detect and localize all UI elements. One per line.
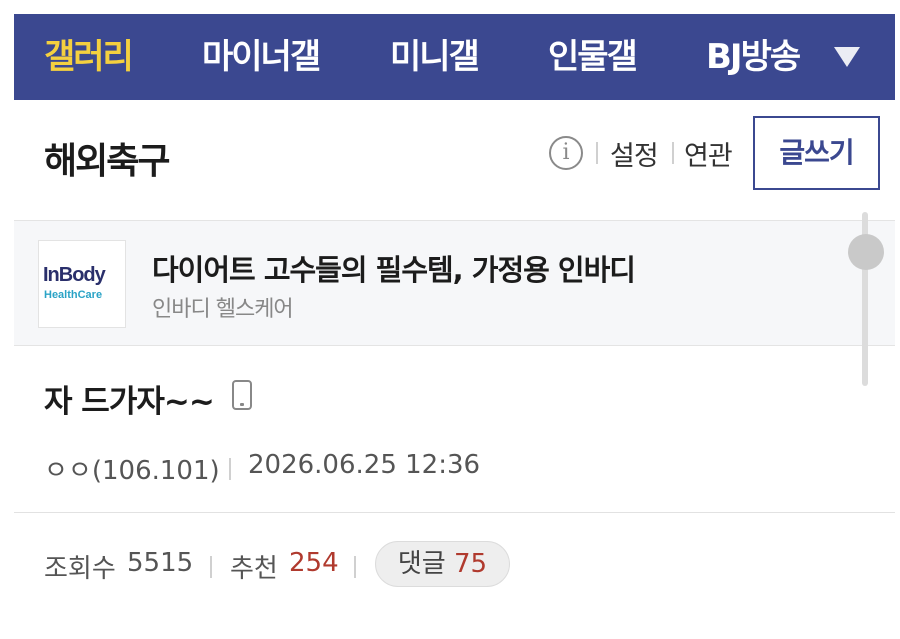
nav-item-bj-broadcast[interactable]: BJ방송 <box>706 14 801 100</box>
post-datetime: 2026.06.25 12:36 <box>248 450 481 480</box>
divider <box>354 556 356 578</box>
nav-item-minor-gallery[interactable]: 마이너갤 <box>202 14 321 100</box>
scrollbar-thumb[interactable] <box>848 234 884 270</box>
write-post-button[interactable]: 글쓰기 <box>753 116 880 190</box>
section-divider <box>14 512 895 513</box>
logo-subtext: HealthCare <box>44 289 103 301</box>
related-link[interactable]: 연관 <box>684 134 733 173</box>
comments-label: 댓글 <box>397 549 446 579</box>
divider <box>210 556 212 578</box>
nav-item-gallery[interactable]: 갤러리 <box>44 14 134 100</box>
comments-count: 75 <box>454 549 488 579</box>
views-count: 5515 <box>127 548 194 578</box>
recommend-label: 추천 <box>230 554 278 584</box>
post-title: 자 드가자~~ <box>44 384 215 420</box>
comments-button[interactable]: 댓글 75 <box>375 541 510 587</box>
views-label: 조회수 <box>44 554 116 584</box>
gallery-header: 해외축구 i 설정 연관 글쓰기 <box>14 100 895 212</box>
top-nav-bar: 갤러리 마이너갤 미니갤 인물갤 BJ방송 <box>14 14 895 100</box>
ad-advertiser: 인바디 헬스케어 <box>152 297 294 322</box>
divider <box>229 458 231 480</box>
nav-item-mini-gallery[interactable]: 미니갤 <box>390 14 480 100</box>
info-icon[interactable]: i <box>549 136 583 170</box>
divider <box>596 142 598 164</box>
mobile-phone-icon <box>232 380 252 410</box>
recommend-count: 254 <box>289 548 339 578</box>
post-author[interactable]: ㅇㅇ(106.101) <box>44 450 220 487</box>
ad-title[interactable]: 다이어트 고수들의 필수템, 가정용 인바디 <box>152 247 636 289</box>
settings-link[interactable]: 설정 <box>610 134 659 173</box>
gallery-title[interactable]: 해외축구 <box>44 132 170 184</box>
divider <box>672 142 674 164</box>
triangle-down-icon[interactable] <box>834 47 860 67</box>
advertiser-logo: InBody HealthCare <box>38 240 126 328</box>
logo-text: InBody <box>43 264 106 286</box>
ad-banner[interactable]: InBody HealthCare 다이어트 고수들의 필수템, 가정용 인바디… <box>14 220 895 346</box>
nav-item-person-gallery[interactable]: 인물갤 <box>548 14 638 100</box>
